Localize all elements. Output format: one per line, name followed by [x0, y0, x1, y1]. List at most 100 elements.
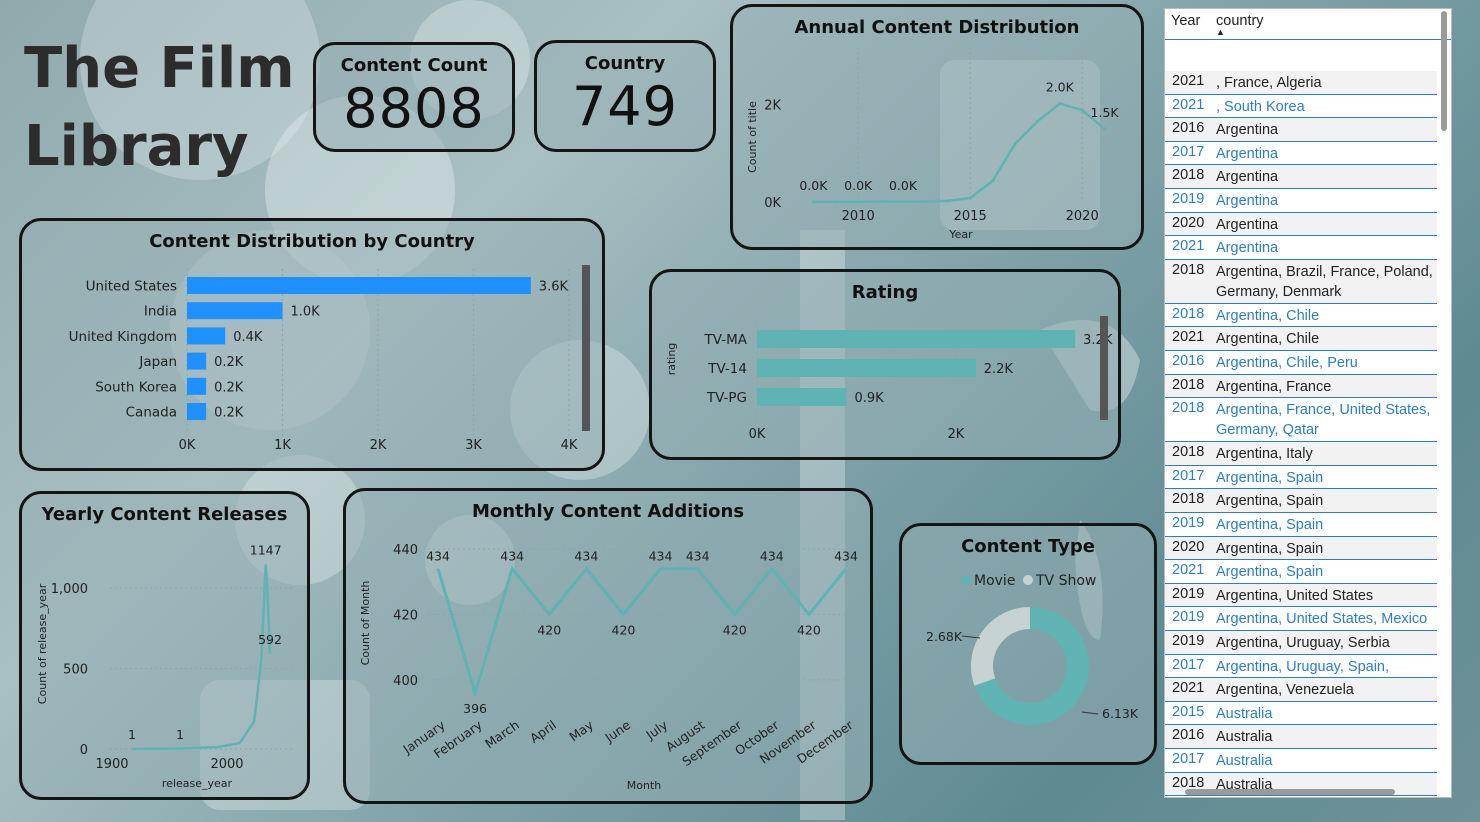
- yearly-data-label: 1147: [250, 543, 282, 558]
- table-row[interactable]: 2018 Argentina, Brazil, France, Poland, G…: [1165, 259, 1437, 304]
- rating-chart-card[interactable]: Rating 0K 2K TV-MA 3.2K TV-14 2.2K TV-PG 0.9K ra…: [649, 269, 1121, 460]
- table-row[interactable]: 2016 Australia: [1165, 725, 1437, 749]
- monthly-chart-card[interactable]: Monthly Content Additions 400 420 440 Count…: [343, 488, 873, 804]
- table-cell-country: Australia: [1216, 729, 1273, 746]
- table-row[interactable]: 2018 Argentina: [1165, 165, 1437, 189]
- rating-chart: 0K 2K TV-MA 3.2K TV-14 2.2K TV-PG 0.9K rating: [665, 322, 1113, 442]
- annual-x-axis-label: Year: [948, 228, 973, 241]
- annual-point: [901, 200, 905, 204]
- table-cell-year: 2016: [1172, 353, 1205, 369]
- country-chart-scrollbar[interactable]: [582, 265, 590, 431]
- table-row[interactable]: 2017Argentina, Uruguay, Spain, France: [1165, 654, 1437, 695]
- table-row[interactable]: 2018 Argentina, Spain: [1165, 489, 1437, 513]
- monthly-data-label: 434: [834, 549, 858, 564]
- table-row[interactable]: 2018 Argentina, France, United States, Ge…: [1165, 398, 1437, 443]
- table-cell-country: Argentina, Chile: [1216, 331, 1320, 348]
- table-row[interactable]: 2019 Argentina, Uruguay, Serbia: [1165, 631, 1437, 655]
- yearly-y-tick: 500: [63, 663, 88, 678]
- annual-point: [946, 199, 950, 203]
- yearly-chart: 0 500 1,000 1900 2000 Count of release_yearre…: [36, 543, 292, 790]
- table-row[interactable]: 2017 Australia: [1165, 749, 1437, 773]
- table-cell-country: , South Korea: [1216, 98, 1305, 115]
- monthly-x-tick: June: [601, 717, 633, 746]
- table-row[interactable]: 2016 Argentina, Chile, Peru: [1165, 351, 1437, 375]
- table-cell-country: Argentina, United States, Mexico: [1216, 611, 1428, 628]
- country-bar: [187, 302, 283, 320]
- monthly-data-label: 420: [612, 622, 636, 637]
- table-cell-year: 2021: [1172, 73, 1205, 89]
- table-cell-country: Argentina, Venezuela: [1216, 682, 1354, 699]
- monthly-x-axis-label: Month: [627, 779, 662, 792]
- country-category-label: India: [144, 304, 177, 320]
- table-row[interactable]: 2021 Argentina, Chile: [1165, 327, 1437, 351]
- country-count-card[interactable]: Country 749: [534, 40, 716, 152]
- annual-point: [1103, 127, 1107, 131]
- monthly-chart: 400420440Count of MonthMonth434January39…: [359, 543, 858, 792]
- annual-point: [834, 200, 838, 204]
- table-row[interactable]: 2018 Argentina, France: [1165, 374, 1437, 399]
- country-chart-card[interactable]: Content Distribution by Country 0K 1K 2K 3K…: [19, 218, 605, 471]
- table-cell-country: Australia: [1216, 753, 1273, 769]
- table-cell-year: 2019: [1172, 609, 1205, 626]
- table-horizontal-scrollbar[interactable]: [1185, 789, 1395, 795]
- table-row[interactable]: 2017 Argentina: [1165, 141, 1437, 166]
- content-type-card[interactable]: Content Type 6.13K 2.68K Movie TV Show: [899, 523, 1157, 765]
- country-data-label: 3.6K: [539, 280, 569, 295]
- country-count-value: 749: [571, 75, 679, 138]
- year-country-table[interactable]: Year country ▲ 2021, France, Algeria 2021…: [1164, 8, 1452, 798]
- country-count-label: Country: [584, 53, 666, 74]
- annual-y-tick: 2K: [764, 98, 781, 113]
- yearly-chart-card[interactable]: Yearly Content Releases 0 500 1,000 1900 200…: [19, 491, 310, 800]
- rating-chart-scrollbar[interactable]: [1100, 316, 1108, 420]
- table-row[interactable]: 2019 Argentina, United States: [1165, 583, 1437, 608]
- yearly-data-label: 1: [176, 727, 184, 742]
- content-count-card[interactable]: Content Count 8808: [313, 42, 515, 152]
- annual-data-label: 0.0K: [844, 178, 873, 193]
- table-row[interactable]: 2021 , France, Algeria: [1165, 71, 1437, 95]
- table-row[interactable]: 2015 Australia: [1165, 701, 1437, 726]
- sort-ascending-icon: ▲: [1216, 27, 1225, 37]
- annual-point: [923, 199, 927, 204]
- table-row[interactable]: 2021 Argentina, Spain: [1165, 560, 1437, 584]
- content-type-leader-line: [1081, 711, 1099, 715]
- annual-x-tick: 2020: [1066, 209, 1099, 224]
- annual-point: [1035, 119, 1039, 124]
- annual-y-tick: 0K: [764, 196, 781, 211]
- table-row[interactable]: 2018 Argentina, Italy: [1165, 442, 1437, 466]
- table-row[interactable]: 2017 Argentina, Spain: [1165, 465, 1437, 490]
- table-row[interactable]: 2019 Argentina: [1165, 189, 1437, 213]
- table-cell-year: 2018: [1172, 444, 1205, 461]
- country-data-label: 0.2K: [214, 406, 244, 421]
- yearly-data-label: 1: [128, 727, 136, 742]
- table-cell-country: Argentina, Brazil, France, Poland, Germa…: [1216, 263, 1433, 300]
- country-data-label: 0.2K: [214, 380, 244, 395]
- annual-data-label: 0.0K: [799, 178, 828, 193]
- country-category-label: United Kingdom: [69, 329, 177, 345]
- column-header-year[interactable]: Year: [1171, 13, 1200, 29]
- table-row[interactable]: 2019 Argentina, Spain: [1165, 513, 1437, 537]
- table-row[interactable]: 2016 Argentina: [1165, 118, 1437, 142]
- annual-y-axis-label: Count of title: [746, 101, 759, 173]
- monthly-y-tick: 440: [393, 543, 418, 558]
- annual-data-label: 2.0K: [1046, 79, 1075, 94]
- table-row[interactable]: 2021 Argentina, Venezuela: [1165, 678, 1437, 702]
- table-row[interactable]: 2020 Argentina, Spain: [1165, 536, 1437, 561]
- content-type-leader-line: [961, 635, 981, 639]
- annual-chart-card[interactable]: Annual Content Distribution 2010 2015 2020…: [730, 4, 1144, 250]
- table-row[interactable]: 2021 Argentina: [1165, 236, 1437, 260]
- table-row[interactable]: 2021 , South Korea: [1165, 94, 1437, 119]
- table-row[interactable]: 2018 Argentina, Chile: [1165, 303, 1437, 328]
- table-cell-country: Argentina: [1216, 240, 1279, 257]
- country-bar: [187, 377, 207, 395]
- annual-x-tick: 2015: [954, 209, 987, 224]
- country-bar: [187, 352, 207, 370]
- rating-category-label: TV-PG: [706, 390, 747, 406]
- table-row[interactable]: 2019 Argentina, United States, Mexico: [1165, 607, 1437, 631]
- rating-bar: [757, 388, 847, 406]
- table-cell-year: 2019: [1172, 633, 1205, 649]
- table-vertical-scrollbar[interactable]: [1441, 11, 1447, 131]
- table-row[interactable]: 2020 Argentina: [1165, 212, 1437, 237]
- rating-category-label: TV-MA: [704, 332, 748, 348]
- page-title: The Film Library: [24, 36, 295, 179]
- monthly-x-tick: March: [482, 717, 522, 751]
